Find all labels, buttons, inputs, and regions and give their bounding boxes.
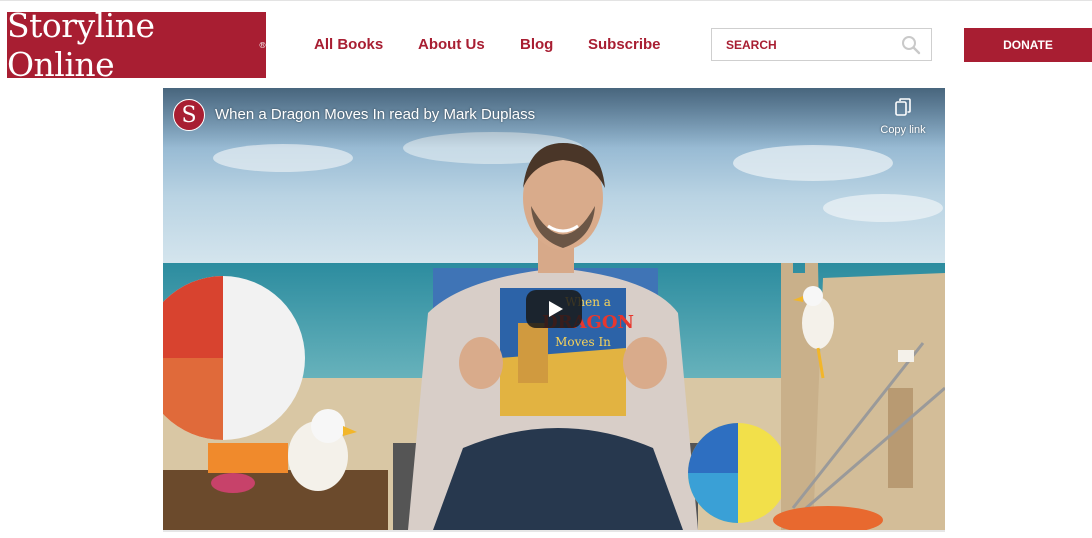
site-logo[interactable]: Storyline Online ® (7, 6, 267, 84)
search-input[interactable] (712, 29, 892, 60)
brand-name: Storyline Online (7, 6, 155, 84)
copy-link-button[interactable]: Copy link (875, 98, 931, 138)
nav-subscribe[interactable]: Subscribe (588, 36, 661, 53)
copy-link-label: Copy link (880, 124, 926, 136)
channel-avatar[interactable]: S (173, 99, 205, 131)
brand-registered-mark: ® (258, 40, 267, 50)
search-icon[interactable] (901, 35, 921, 55)
top-divider (0, 0, 1092, 1)
nav-about-us[interactable]: About Us (418, 36, 485, 53)
play-button[interactable] (526, 290, 582, 328)
donate-button[interactable]: DONATE (964, 28, 1092, 62)
search-box (711, 28, 932, 61)
content-frame-edge (163, 530, 945, 538)
play-icon (548, 301, 563, 317)
video-player[interactable]: When a DRAGON Moves In S When a Dragon M… (163, 88, 945, 530)
nav-blog[interactable]: Blog (520, 36, 553, 53)
nav-all-books[interactable]: All Books (314, 36, 383, 53)
book-cover-line3: Moves In (555, 335, 611, 349)
copy-icon (895, 98, 911, 116)
video-title[interactable]: When a Dragon Moves In read by Mark Dupl… (215, 106, 535, 123)
